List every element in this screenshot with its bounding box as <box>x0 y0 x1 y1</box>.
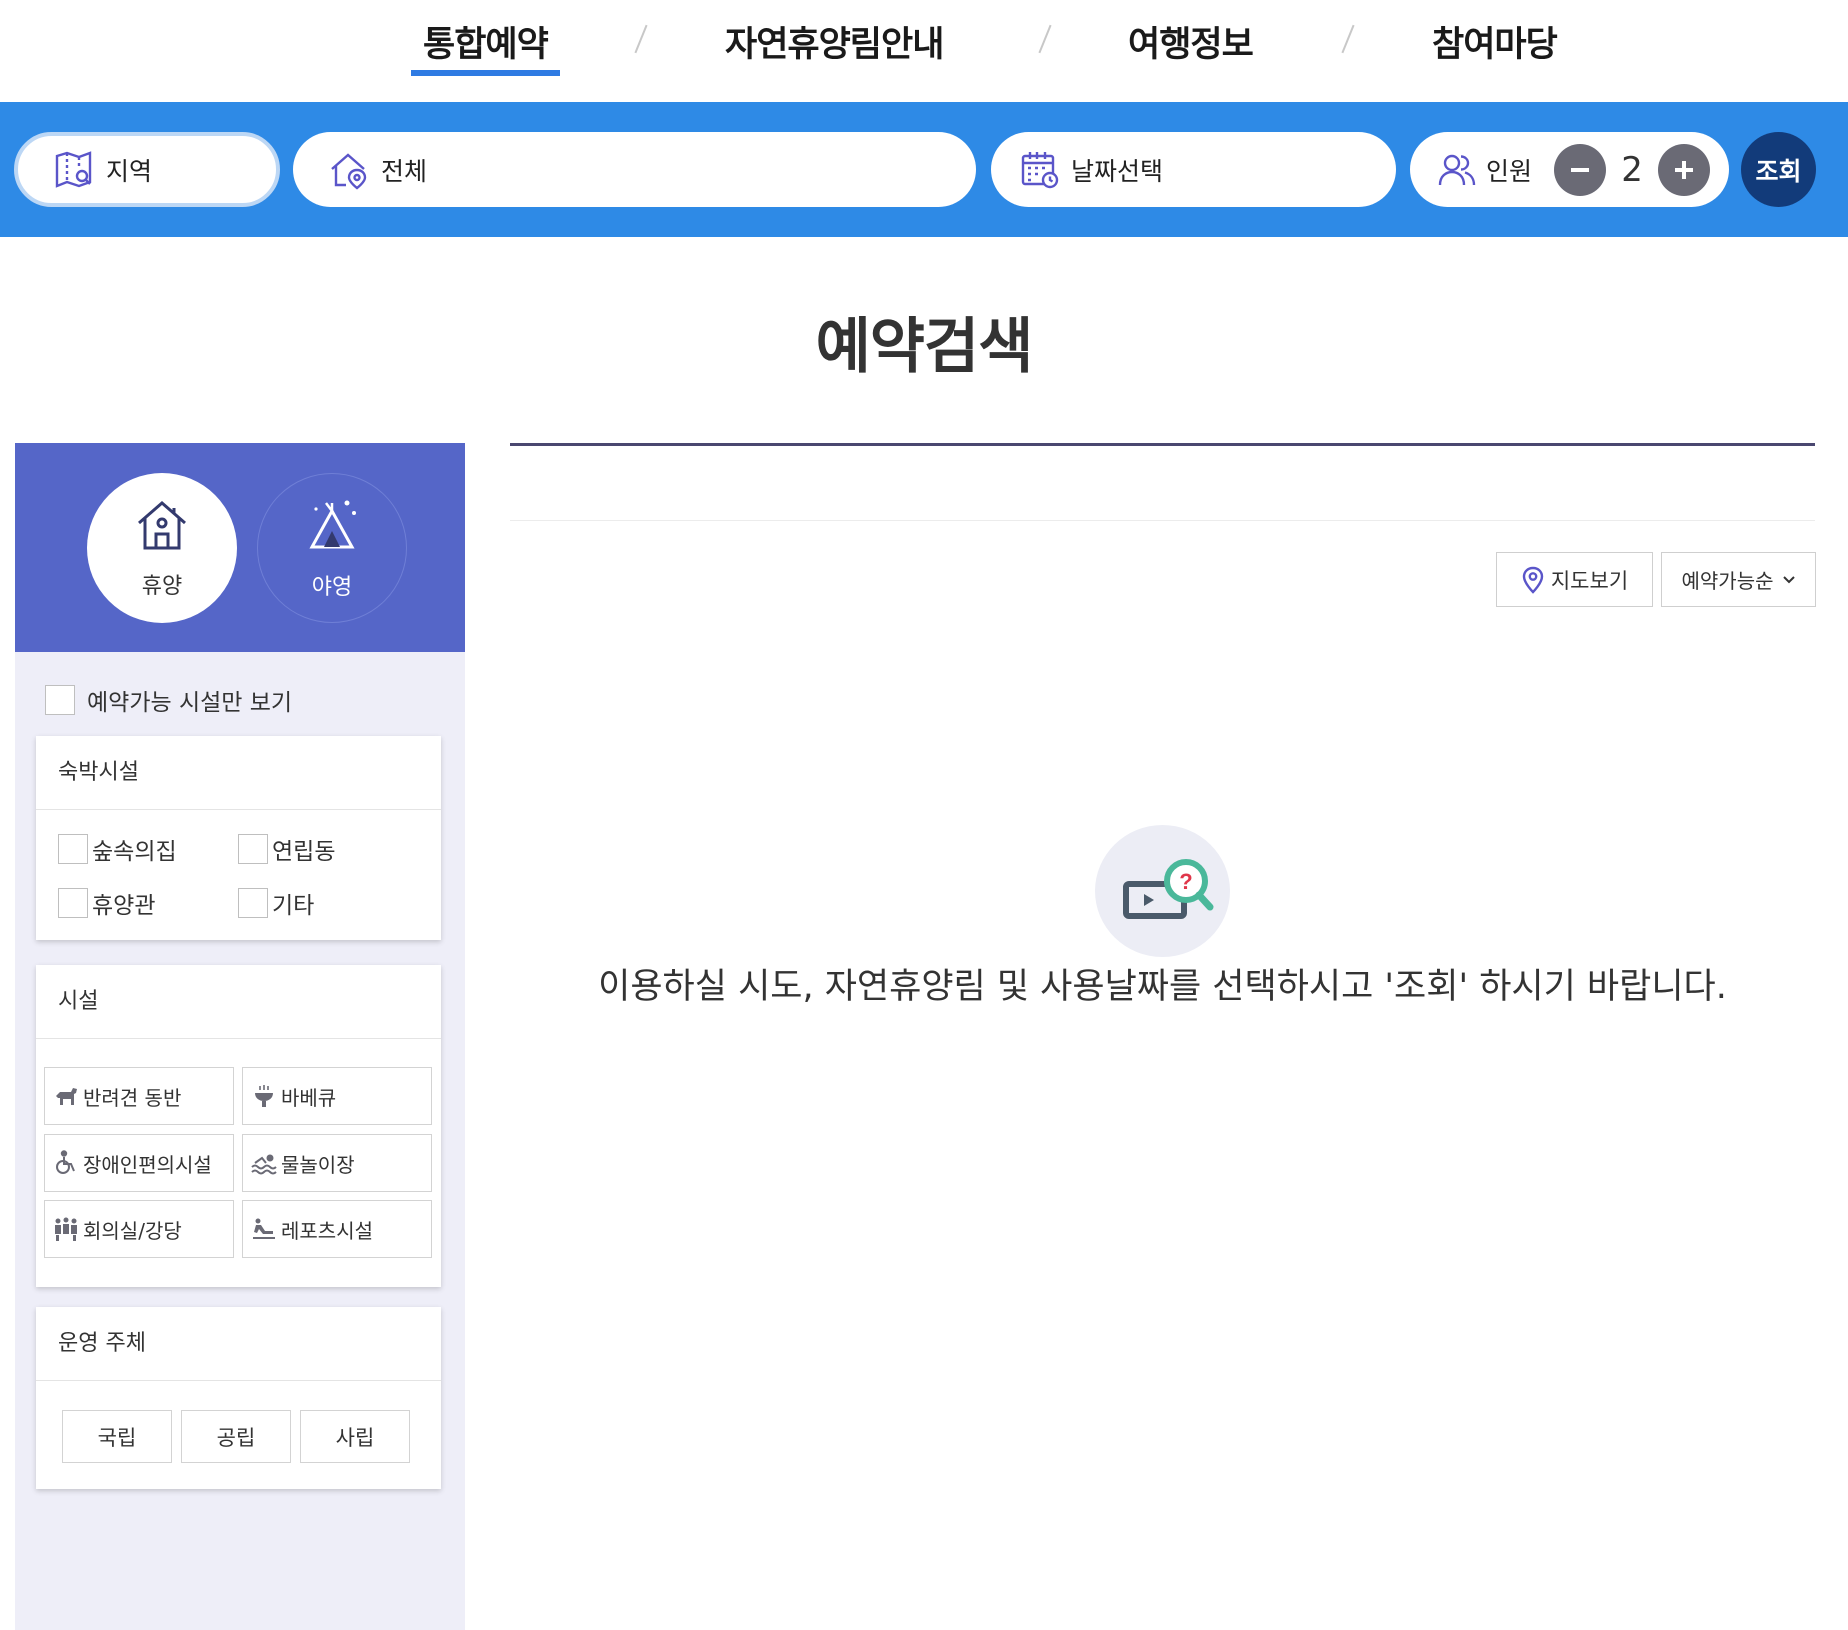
facility-meeting-room-button[interactable]: 회의실/강당 <box>44 1200 234 1258</box>
mode-camping-button[interactable]: 야영 <box>257 473 407 623</box>
nav-separator <box>634 24 648 54</box>
facility-accessibility-button[interactable]: 장애인편의시설 <box>44 1134 234 1192</box>
swimming-icon <box>251 1150 277 1176</box>
results-top-divider <box>510 443 1815 446</box>
mode-selector: 휴양 야영 <box>15 443 465 652</box>
stay-option-lodge[interactable]: 휴양관 <box>58 886 155 920</box>
facility-label: 반려견 동반 <box>83 1085 182 1110</box>
stay-option-other[interactable]: 기타 <box>238 886 314 920</box>
nav-separator <box>1341 24 1355 54</box>
top-navigation: 통합예약 자연휴양림안내 여행정보 참여마당 <box>0 0 1848 102</box>
people-icon <box>1438 151 1476 189</box>
empty-result-message: 이용하실 시도, 자연휴양림 및 사용날짜를 선택하시고 '조회' 하시기 바랍… <box>598 967 1727 1007</box>
map-view-button[interactable]: 지도보기 <box>1496 552 1653 607</box>
facility-label: 바베큐 <box>281 1085 337 1110</box>
available-only-checkbox[interactable] <box>45 685 75 715</box>
checkbox[interactable] <box>238 888 268 918</box>
facility-label: 회의실/강당 <box>83 1218 182 1243</box>
filter-panel: 휴양 야영 예약가능 시설만 보기 숙박시설 숲속의집 연립동 휴양관 기타 시… <box>15 443 465 1630</box>
location-pin-icon <box>1521 566 1545 594</box>
home-location-icon <box>327 148 371 192</box>
operator-national-button[interactable]: 국립 <box>62 1410 172 1463</box>
sort-label: 예약가능순 <box>1681 569 1774 593</box>
available-only-filter[interactable]: 예약가능 시설만 보기 <box>45 683 292 717</box>
increase-people-button[interactable] <box>1658 143 1711 196</box>
mode-recreation-label: 휴양 <box>141 574 183 599</box>
page-title: 예약검색 <box>815 312 1034 382</box>
operator-title: 운영 주체 <box>36 1307 441 1381</box>
available-only-label: 예약가능 시설만 보기 <box>87 690 293 716</box>
area-label: 전체 <box>381 156 428 186</box>
checkbox[interactable] <box>58 888 88 918</box>
facility-label: 물놀이장 <box>281 1152 355 1177</box>
date-label: 날짜선택 <box>1071 156 1164 186</box>
stay-facility-card: 숙박시설 숲속의집 연립동 휴양관 기타 <box>36 736 441 940</box>
calendar-icon <box>1019 149 1061 191</box>
date-select[interactable]: 날짜선택 <box>991 132 1396 207</box>
people-count: 2 <box>1621 149 1643 190</box>
stay-option-label: 휴양관 <box>92 893 156 919</box>
facility-bbq-button[interactable]: 바베큐 <box>242 1067 432 1125</box>
nav-item-forest-info[interactable]: 자연휴양림안내 <box>725 16 944 67</box>
facility-title: 시설 <box>36 965 441 1039</box>
map-book-icon <box>52 148 96 192</box>
search-question-icon: ? <box>1122 859 1213 919</box>
empty-search-illustration: ? <box>1095 825 1230 957</box>
area-select[interactable]: 전체 <box>293 132 976 207</box>
facility-leisure-sports-button[interactable]: 레포츠시설 <box>242 1200 432 1258</box>
stay-option-forest-house[interactable]: 숲속의집 <box>58 832 177 866</box>
stay-option-label: 연립동 <box>272 839 336 865</box>
plus-icon <box>1675 160 1694 179</box>
mode-camping-label: 야영 <box>311 575 353 600</box>
facility-card: 시설 반려견 동반 바베큐 장애인편의시설 물놀이장 회의실/강당 레포츠시설 <box>36 965 441 1287</box>
dog-icon <box>53 1083 79 1109</box>
tent-icon <box>302 495 362 561</box>
search-bar: 지역 전체 날짜선택 인원 2 조회 <box>0 102 1848 237</box>
facility-pet-button[interactable]: 반려견 동반 <box>44 1067 234 1125</box>
nav-item-community[interactable]: 참여마당 <box>1432 16 1558 67</box>
stay-option-label: 기타 <box>272 893 315 919</box>
map-view-label: 지도보기 <box>1550 568 1629 593</box>
chevron-down-icon <box>1782 575 1796 585</box>
operator-public-button[interactable]: 공립 <box>181 1410 291 1463</box>
house-icon <box>133 496 191 560</box>
svg-text:?: ? <box>1179 869 1192 894</box>
leisure-icon <box>251 1216 277 1242</box>
facility-water-play-button[interactable]: 물놀이장 <box>242 1134 432 1192</box>
nav-item-travel-info[interactable]: 여행정보 <box>1128 16 1254 67</box>
stay-option-label: 숲속의집 <box>92 839 177 865</box>
facility-label: 장애인편의시설 <box>83 1152 212 1177</box>
stay-option-row-house[interactable]: 연립동 <box>238 832 335 866</box>
grill-icon <box>251 1083 277 1109</box>
region-label: 지역 <box>106 156 153 186</box>
decrease-people-button[interactable] <box>1554 143 1607 196</box>
nav-item-reservation[interactable]: 통합예약 <box>411 16 560 76</box>
checkbox[interactable] <box>238 834 268 864</box>
operator-private-button[interactable]: 사립 <box>300 1410 410 1463</box>
people-selector: 인원 2 <box>1410 132 1729 207</box>
sort-select[interactable]: 예약가능순 <box>1661 552 1816 607</box>
meeting-icon <box>53 1216 79 1242</box>
region-select[interactable]: 지역 <box>14 132 280 207</box>
people-label: 인원 <box>1486 156 1533 186</box>
operator-card: 운영 주체 국립 공립 사립 <box>36 1307 441 1489</box>
mode-recreation-button[interactable]: 휴양 <box>87 473 237 623</box>
facility-label: 레포츠시설 <box>281 1218 373 1243</box>
minus-icon <box>1571 167 1590 172</box>
query-button[interactable]: 조회 <box>1741 132 1816 207</box>
nav-separator <box>1038 24 1052 54</box>
stay-facility-title: 숙박시설 <box>36 736 441 810</box>
results-sub-divider <box>510 520 1815 521</box>
checkbox[interactable] <box>58 834 88 864</box>
wheelchair-icon <box>53 1150 79 1176</box>
